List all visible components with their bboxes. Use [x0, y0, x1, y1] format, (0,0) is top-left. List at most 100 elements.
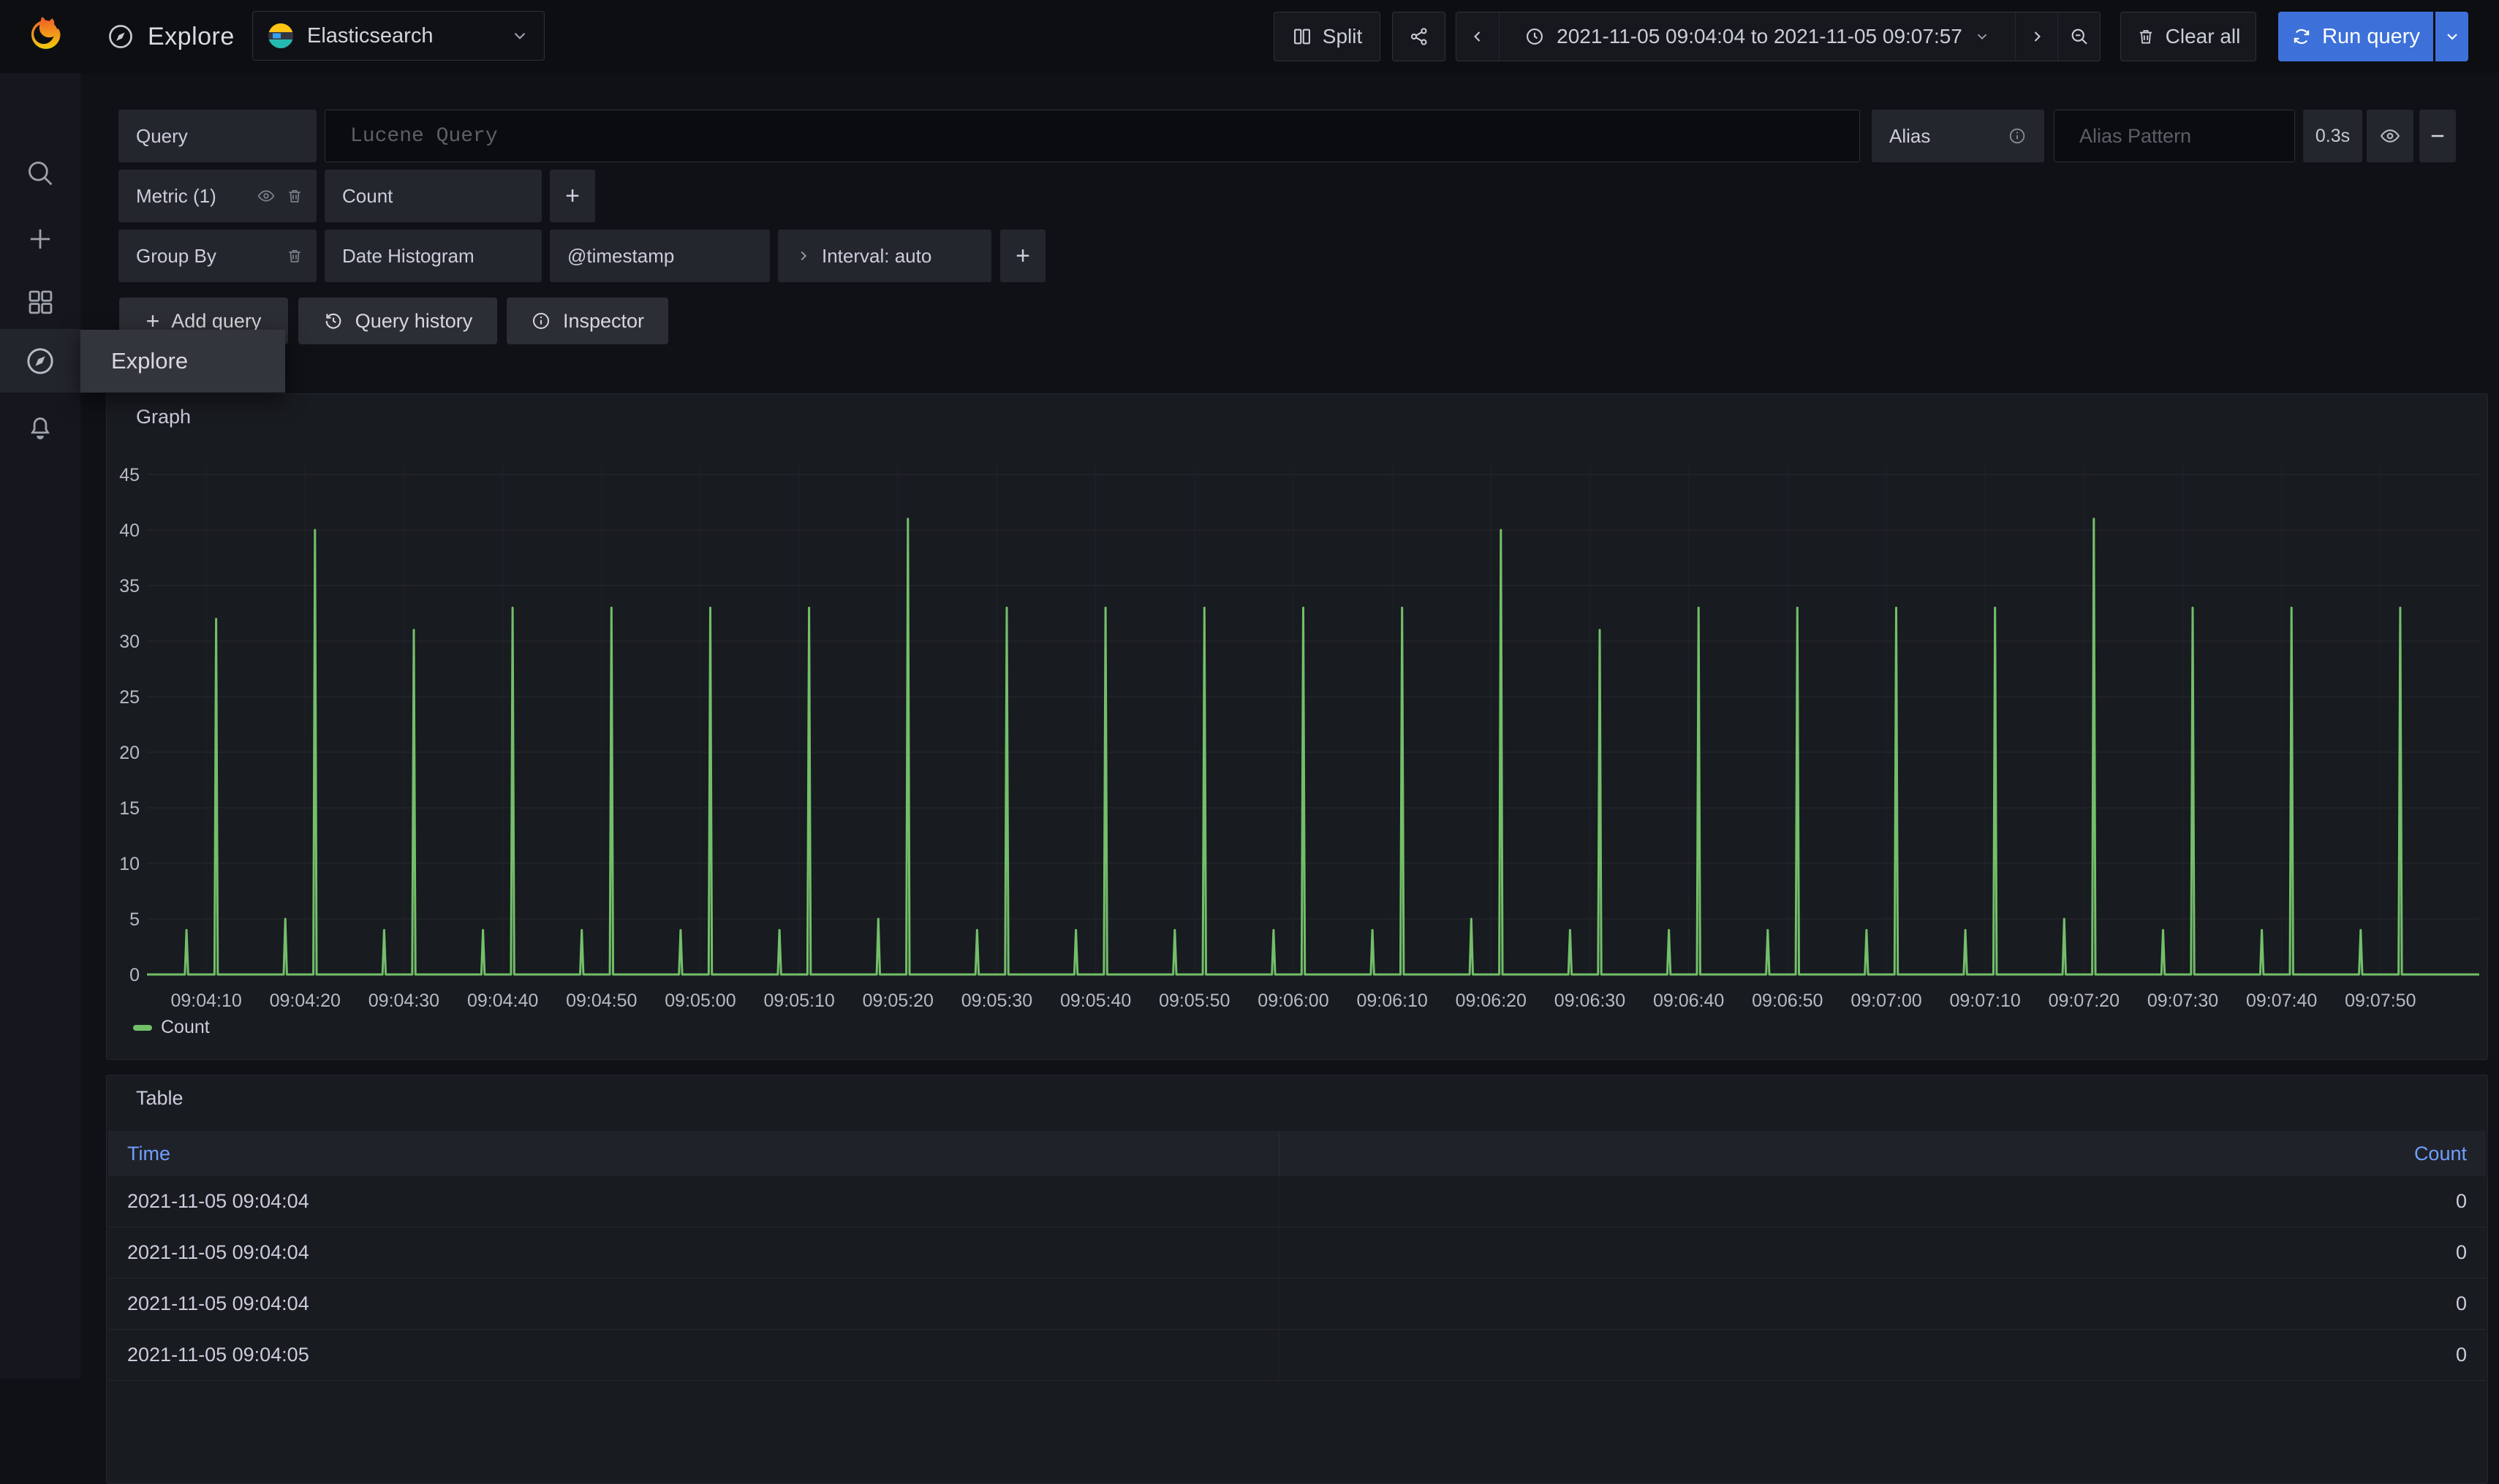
metric-value: Count	[342, 185, 393, 208]
sidebar-item-explore[interactable]	[0, 329, 80, 393]
table-cell-count: 0	[1279, 1330, 2486, 1380]
legend-series-label: Count	[161, 1017, 210, 1038]
run-query-dropdown-button[interactable]	[2435, 12, 2468, 61]
time-range-button[interactable]: 2021-11-05 09:04:04 to 2021-11-05 09:07:…	[1499, 12, 2015, 61]
explore-flyout[interactable]: Explore	[80, 330, 285, 393]
x-axis-labels: 09:04:1009:04:2009:04:3009:04:4009:04:50…	[170, 991, 2416, 1011]
page-title: Explore	[148, 23, 235, 51]
grid-lines	[147, 465, 2479, 974]
trash-icon[interactable]	[286, 247, 303, 265]
table-row: 2021-11-05 09:04:040	[108, 1176, 2486, 1227]
plus-icon: +	[565, 182, 580, 211]
query-history-button[interactable]: Query history	[298, 298, 497, 344]
eye-icon	[2379, 125, 2401, 147]
table-header-time[interactable]: Time	[108, 1131, 1279, 1176]
count-column-header: Count	[2414, 1143, 2467, 1165]
svg-text:09:06:00: 09:06:00	[1258, 991, 1328, 1011]
plus-icon	[25, 224, 56, 254]
svg-text:09:06:20: 09:06:20	[1456, 991, 1527, 1011]
compass-icon	[107, 23, 135, 50]
bell-icon	[25, 411, 56, 442]
explore-flyout-label: Explore	[111, 348, 188, 374]
sidebar-item-dashboards[interactable]	[0, 279, 80, 325]
add-query-label: Add query	[171, 310, 261, 333]
table-row: 2021-11-05 09:04:050	[108, 1330, 2486, 1381]
sidebar-item-alerting[interactable]	[0, 403, 80, 450]
graph-legend[interactable]: Count	[133, 1017, 210, 1038]
plus-icon: +	[1016, 242, 1030, 270]
svg-text:09:06:50: 09:06:50	[1752, 991, 1823, 1011]
alias-pattern-placeholder: Alias Pattern	[2079, 125, 2191, 148]
grafana-explore-screen: Explore Elasticsearch	[0, 0, 2499, 1379]
info-circle-icon[interactable]	[2008, 126, 2027, 145]
table-panel-title[interactable]: Table	[136, 1087, 184, 1110]
svg-text:09:07:30: 09:07:30	[2147, 991, 2218, 1011]
graph-canvas[interactable]: 05101520253035404509:04:1009:04:2009:04:…	[107, 394, 2487, 1012]
run-query-button[interactable]: Run query	[2278, 12, 2433, 61]
sidebar-item-create[interactable]	[0, 216, 80, 262]
alias-pattern-input[interactable]: Alias Pattern	[2054, 110, 2295, 162]
groupby-interval-button[interactable]: Interval: auto	[778, 230, 991, 282]
table-row: 2021-11-05 09:04:040	[108, 1227, 2486, 1279]
minus-icon	[2427, 126, 2448, 146]
trash-icon[interactable]	[286, 187, 303, 205]
svg-text:09:04:40: 09:04:40	[467, 991, 538, 1011]
svg-text:5: 5	[129, 909, 140, 930]
run-query-label: Run query	[2322, 25, 2420, 49]
query-label: Query	[136, 125, 188, 148]
clear-all-label: Clear all	[2166, 25, 2241, 48]
svg-text:09:07:50: 09:07:50	[2345, 991, 2416, 1011]
add-groupby-button[interactable]: +	[1000, 230, 1046, 282]
metric-row-label: Metric (1)	[118, 170, 317, 222]
share-button[interactable]	[1392, 12, 1445, 61]
svg-text:09:07:10: 09:07:10	[1949, 991, 2020, 1011]
time-picker-group: 2021-11-05 09:04:04 to 2021-11-05 09:07:…	[1456, 12, 2101, 61]
lucene-query-input[interactable]: Lucene Query	[325, 110, 1860, 162]
svg-text:09:05:10: 09:05:10	[763, 991, 834, 1011]
table-cell-count: 0	[1279, 1279, 2486, 1329]
split-columns-icon	[1292, 26, 1312, 47]
sidebar	[0, 73, 80, 1379]
grafana-logo-icon[interactable]	[18, 9, 63, 56]
svg-text:09:06:40: 09:06:40	[1653, 991, 1724, 1011]
page-header: Explore	[107, 0, 235, 73]
svg-text:09:05:40: 09:05:40	[1060, 991, 1131, 1011]
svg-text:30: 30	[119, 632, 140, 652]
table-cell-time: 2021-11-05 09:04:05	[108, 1330, 1279, 1380]
table-body: 2021-11-05 09:04:0402021-11-05 09:04:040…	[108, 1176, 2486, 1381]
datasource-picker[interactable]: Elasticsearch	[252, 11, 545, 61]
zoom-out-button[interactable]	[2057, 12, 2100, 61]
svg-text:35: 35	[119, 576, 140, 597]
svg-text:15: 15	[119, 798, 140, 819]
time-shift-forward-button[interactable]	[2015, 12, 2057, 61]
query-history-label: Query history	[355, 310, 473, 333]
toggle-query-visibility-button[interactable]	[2367, 110, 2413, 162]
groupby-field-button[interactable]: @timestamp	[550, 230, 770, 282]
metric-value-button[interactable]: Count	[325, 170, 542, 222]
split-button[interactable]: Split	[1274, 12, 1380, 61]
inspector-button[interactable]: Inspector	[507, 298, 668, 344]
series-count-line	[147, 519, 2479, 974]
add-metric-button[interactable]: +	[550, 170, 595, 222]
clear-all-button[interactable]: Clear all	[2120, 12, 2256, 61]
svg-text:0: 0	[129, 965, 140, 985]
groupby-type: Date Histogram	[342, 245, 475, 268]
search-icon	[25, 158, 56, 189]
table-header-count[interactable]: Count	[1279, 1131, 2486, 1176]
table-cell-time: 2021-11-05 09:04:04	[108, 1279, 1279, 1329]
time-shift-back-button[interactable]	[1456, 12, 1499, 61]
inspector-label: Inspector	[563, 310, 644, 333]
table-cell-time: 2021-11-05 09:04:04	[108, 1176, 1279, 1227]
eye-icon[interactable]	[257, 186, 276, 205]
metric-label: Metric (1)	[136, 185, 216, 208]
sidebar-item-search[interactable]	[0, 150, 80, 197]
table-cell-count: 0	[1279, 1227, 2486, 1278]
remove-query-button[interactable]	[2419, 110, 2456, 162]
svg-text:09:04:30: 09:04:30	[368, 991, 439, 1011]
lucene-query-placeholder: Lucene Query	[350, 125, 498, 148]
time-column-header: Time	[127, 1143, 170, 1165]
table-panel: Table Time Count 2021-11-05 09:04:040202…	[106, 1075, 2488, 1484]
groupby-type-button[interactable]: Date Histogram	[325, 230, 542, 282]
dashboards-icon	[25, 287, 56, 317]
svg-text:10: 10	[119, 854, 140, 874]
